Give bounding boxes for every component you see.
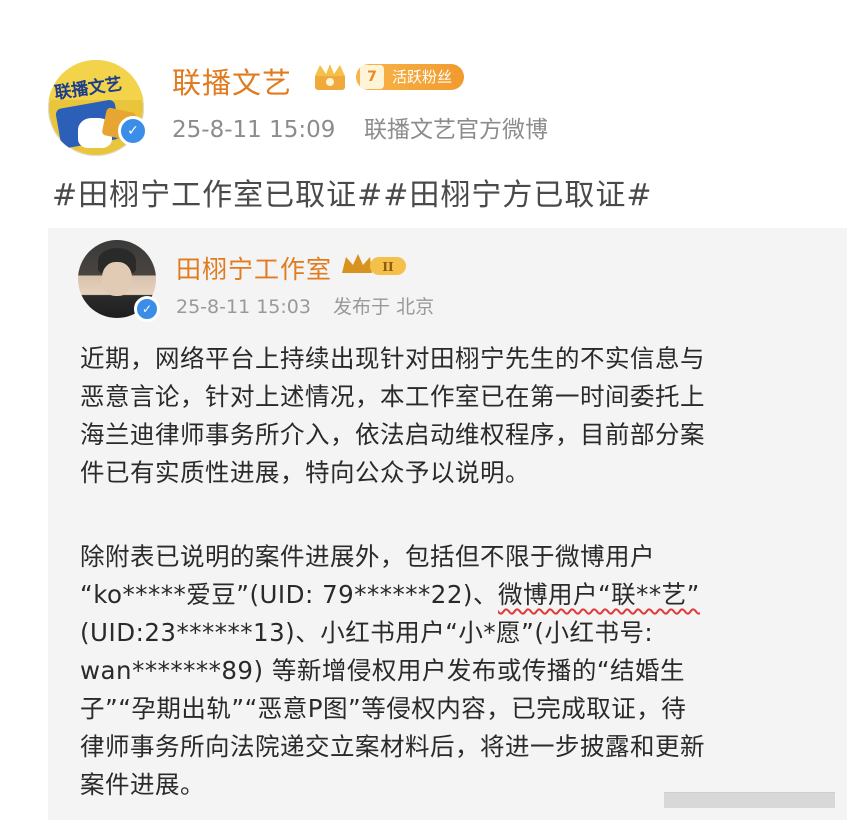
paragraph-line: 近期，网络平台上持续出现针对田栩宁先生的不实信息与 <box>80 344 705 373</box>
vip-level-text: II <box>382 260 394 274</box>
fan-level-icon: 7 <box>360 65 384 89</box>
paragraph-line: 件已有实质性进展，特向公众予以说明。 <box>80 458 530 487</box>
quoted-author-name[interactable]: 田栩宁工作室 <box>176 250 332 286</box>
paragraph-line: 律师事务所向法院递交立案材料后，将进一步披露和更新 <box>80 732 705 761</box>
vip-crown-icon: II <box>342 254 406 275</box>
crown-icon <box>315 64 345 90</box>
post-source[interactable]: 联播文艺官方微博 <box>364 117 548 143</box>
paragraph-line: 除附表已说明的案件进展外，包括但不限于微博用户 <box>80 542 655 571</box>
quoted-post-meta: 25-8-11 15:03 发布于 北京 <box>176 292 434 319</box>
paragraph-line: 恶意言论，针对上述情况，本工作室已在第一时间委托上 <box>80 382 705 411</box>
paragraph-line: wan*******89) 等新增侵权用户发布或传播的“结婚生 <box>80 656 686 685</box>
paragraph-line: “ko*****爱豆”(UID: 79******22)、微博用户“联**艺” <box>80 576 780 614</box>
quoted-location: 发布于 北京 <box>333 296 435 318</box>
fan-badge[interactable]: 7 活跃粉丝 <box>356 64 465 90</box>
hashtag-line[interactable]: #田栩宁工作室已取证##田栩宁方已取证# <box>52 170 653 214</box>
verified-icon: ✓ <box>134 296 160 322</box>
post-meta: 25-8-11 15:09 联播文艺官方微博 <box>172 110 548 144</box>
paragraph-line: 子”“孕期出轨”“恶意P图”等侵权内容，已完成取证，待 <box>80 694 687 723</box>
paragraph-line: 海兰迪律师事务所介入，依法启动维权程序，目前部分案 <box>80 420 705 449</box>
verified-icon: ✓ <box>118 116 148 146</box>
paragraph-text: “ko*****爱豆”(UID: 79******22)、 <box>80 580 498 609</box>
quoted-timestamp: 25-8-11 15:03 <box>176 296 311 318</box>
post-timestamp: 25-8-11 15:09 <box>172 117 336 143</box>
statement-paragraph-2: 除附表已说明的案件进展外，包括但不限于微博用户 “ko*****爱豆”(UID:… <box>80 538 780 804</box>
statement-paragraph-1: 近期，网络平台上持续出现针对田栩宁先生的不实信息与 恶意言论，针对上述情况，本工… <box>80 340 780 492</box>
image-watermark-strip <box>664 792 835 810</box>
author-name[interactable]: 联播文艺 <box>172 60 292 102</box>
weibo-post: 联播文艺 ✓ 联播文艺 7 活跃粉丝 25-8-11 15:09 联播文艺官方微… <box>0 0 847 820</box>
fan-badge-label: 活跃粉丝 <box>392 68 453 86</box>
underlined-user-mention: 微博用户“联**艺” <box>497 580 700 609</box>
paragraph-line: (UID:23******13)、小红书用户“小*愿”(小红书号: <box>80 618 654 647</box>
